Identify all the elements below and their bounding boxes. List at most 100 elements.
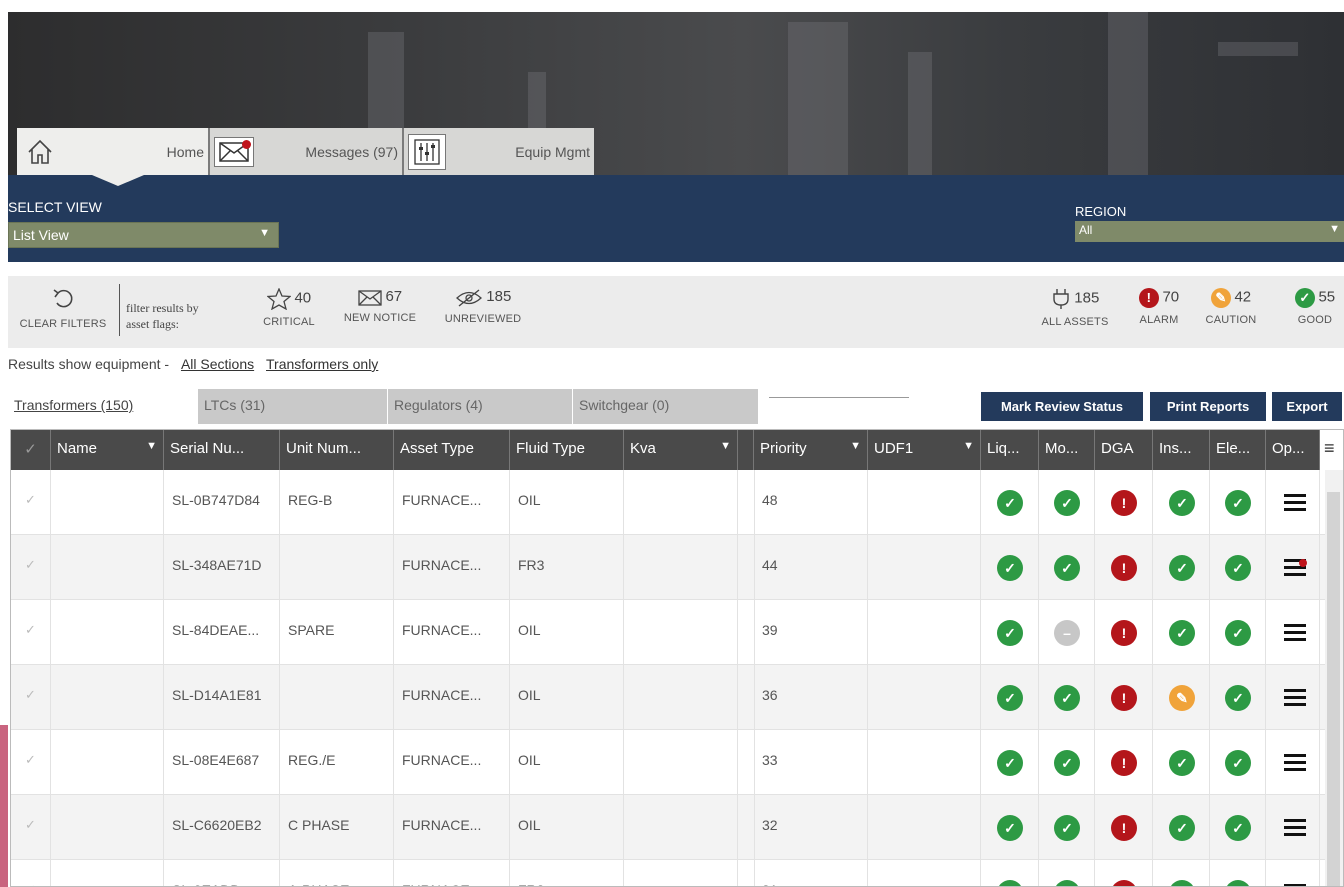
nav-tab-home[interactable]: Home — [17, 128, 210, 175]
col-mo[interactable]: Mo... — [1039, 430, 1095, 470]
status-green-icon[interactable]: ✓ — [1225, 685, 1251, 711]
status-green-icon[interactable]: ✓ — [1225, 490, 1251, 516]
table-row[interactable]: ✓ SL-08E4E687 REG./E FURNACE... OIL 33 ✓ ✓! ✓ ✓ — [11, 730, 1343, 795]
row-checkbox[interactable]: ✓ — [11, 535, 51, 600]
column-menu-button[interactable]: ≡ — [1320, 430, 1343, 470]
status-red-icon[interactable]: ! — [1111, 750, 1137, 776]
scrollbar-thumb[interactable] — [1327, 492, 1340, 886]
col-op-label: Op... — [1272, 440, 1305, 457]
status-green-icon[interactable]: ✓ — [1169, 620, 1195, 646]
status-green-icon[interactable]: ✓ — [997, 880, 1023, 886]
status-orange-icon[interactable]: ✎ — [1169, 685, 1195, 711]
hamburger-menu-icon[interactable] — [1284, 624, 1306, 645]
cell-spacer — [738, 470, 755, 535]
main-nav: Home Messages (97) Equip Mgmt — [17, 128, 594, 175]
col-fluid-type[interactable]: Fluid Type — [510, 430, 624, 470]
cell-liq: ✓ — [981, 470, 1039, 535]
col-liq[interactable]: Liq... — [981, 430, 1039, 470]
col-priority[interactable]: Priority ▼ — [754, 430, 868, 470]
tab-switchgear[interactable]: Switchgear (0) — [573, 389, 759, 424]
status-green-icon[interactable]: ✓ — [1054, 750, 1080, 776]
all-assets-filter[interactable]: 185 ALL ASSETS — [1035, 288, 1115, 328]
status-green-icon[interactable]: ✓ — [997, 815, 1023, 841]
caution-filter[interactable]: ✎ 42 CAUTION — [1198, 288, 1264, 326]
mark-review-status-button[interactable]: Mark Review Status — [981, 392, 1143, 421]
status-green-icon[interactable]: ✓ — [1169, 880, 1195, 886]
col-op[interactable]: Op... — [1266, 430, 1320, 470]
status-green-icon[interactable]: ✓ — [1054, 490, 1080, 516]
clear-filters-button[interactable]: CLEAR FILTERS — [10, 286, 116, 330]
unreviewed-filter[interactable]: 185 UNREVIEWED — [436, 288, 530, 325]
col-udf1[interactable]: UDF1 ▼ — [868, 430, 981, 470]
row-checkbox[interactable]: ✓ — [11, 795, 51, 860]
col-ele[interactable]: Ele... — [1210, 430, 1266, 470]
status-green-icon[interactable]: ✓ — [1169, 750, 1195, 776]
status-green-icon[interactable]: ✓ — [997, 490, 1023, 516]
cell-kva — [624, 665, 738, 730]
new-notice-filter[interactable]: 67 NEW NOTICE — [336, 288, 424, 324]
table-row[interactable]: ✓ SL-D14A1E81 FURNACE... OIL 36 ✓ ✓! ✎ ✓ — [11, 665, 1343, 730]
hamburger-menu-icon[interactable] — [1284, 689, 1306, 710]
table-row[interactable]: ✓ SL-0EADD...A-PHASEFURNACE...FR3 31 ✓ ✓! ✓ ✓ — [11, 860, 1343, 886]
print-reports-button[interactable]: Print Reports — [1150, 392, 1266, 421]
status-green-icon[interactable]: ✓ — [1225, 880, 1251, 886]
status-red-icon[interactable]: ! — [1111, 490, 1137, 516]
status-green-icon[interactable]: ✓ — [1169, 815, 1195, 841]
col-name[interactable]: Name ▼ — [51, 430, 164, 470]
status-green-icon[interactable]: ✓ — [1054, 685, 1080, 711]
good-filter[interactable]: ✓ 55 GOOD — [1286, 288, 1344, 326]
col-ins[interactable]: Ins... — [1153, 430, 1210, 470]
select-all-checkbox[interactable]: ✓ — [11, 430, 51, 470]
status-green-icon[interactable]: ✓ — [997, 750, 1023, 776]
row-checkbox[interactable]: ✓ — [11, 665, 51, 730]
tab-ltcs[interactable]: LTCs (31) — [198, 389, 388, 424]
row-checkbox[interactable]: ✓ — [11, 860, 51, 886]
critical-filter[interactable]: 40 CRITICAL — [255, 287, 323, 328]
status-green-icon[interactable]: ✓ — [1054, 880, 1080, 886]
table-row[interactable]: ✓ SL-0B747D84 REG-B FURNACE... OIL 48 ✓ ✓! ✓ ✓ — [11, 470, 1343, 535]
row-checkbox[interactable]: ✓ — [11, 600, 51, 665]
status-green-icon[interactable]: ✓ — [997, 555, 1023, 581]
status-green-icon[interactable]: ✓ — [1225, 815, 1251, 841]
alarm-filter[interactable]: ! 70 ALARM — [1132, 288, 1186, 326]
all-sections-link[interactable]: All Sections — [181, 356, 254, 372]
hamburger-menu-icon[interactable] — [1284, 494, 1306, 515]
status-green-icon[interactable]: ✓ — [1054, 815, 1080, 841]
status-green-icon[interactable]: ✓ — [1225, 750, 1251, 776]
status-green-icon[interactable]: ✓ — [997, 685, 1023, 711]
status-red-icon[interactable]: ! — [1111, 620, 1137, 646]
status-green-icon[interactable]: ✓ — [1225, 555, 1251, 581]
status-red-icon[interactable]: ! — [1111, 815, 1137, 841]
status-green-icon[interactable]: ✓ — [1054, 555, 1080, 581]
table-row[interactable]: ✓ SL-C6620EB2 C PHASE FURNACE... OIL 32 ✓ ✓! ✓ ✓ — [11, 795, 1343, 860]
row-checkbox[interactable]: ✓ — [11, 730, 51, 795]
status-red-icon[interactable]: ! — [1111, 555, 1137, 581]
col-dga[interactable]: DGA — [1095, 430, 1153, 470]
col-asset-type[interactable]: Asset Type — [394, 430, 510, 470]
nav-tab-messages[interactable]: Messages (97) — [210, 128, 404, 175]
status-green-icon[interactable]: ✓ — [1169, 490, 1195, 516]
export-button[interactable]: Export — [1272, 392, 1342, 421]
region-dropdown[interactable]: All ▼ — [1075, 221, 1344, 242]
status-green-icon[interactable]: ✓ — [997, 620, 1023, 646]
cell-serial: SL-C6620EB2 — [164, 795, 280, 860]
nav-tab-equip-mgmt[interactable]: Equip Mgmt — [404, 128, 594, 175]
transformers-only-link[interactable]: Transformers only — [266, 356, 378, 372]
status-red-icon[interactable]: ! — [1111, 880, 1137, 886]
status-green-icon[interactable]: ✓ — [1225, 620, 1251, 646]
hamburger-menu-icon[interactable] — [1284, 754, 1306, 775]
status-gray-icon[interactable]: – — [1054, 620, 1080, 646]
tab-regulators[interactable]: Regulators (4) — [388, 389, 573, 424]
table-row[interactable]: ✓ SL-84DEAE... SPARE FURNACE... OIL 39 ✓ –! ✓ ✓ — [11, 600, 1343, 665]
tab-transformers[interactable]: Transformers (150) — [8, 389, 198, 424]
row-checkbox[interactable]: ✓ — [11, 470, 51, 535]
hamburger-menu-icon[interactable] — [1284, 819, 1306, 840]
select-view-dropdown[interactable]: List View ▼ — [8, 222, 279, 248]
cell-priority: 33 — [754, 730, 868, 795]
table-row[interactable]: ✓ SL-348AE71D FURNACE... FR3 44 ✓ ✓! ✓ ✓ — [11, 535, 1343, 600]
col-serial[interactable]: Serial Nu... — [164, 430, 280, 470]
col-kva[interactable]: Kva ▼ — [624, 430, 738, 470]
status-red-icon[interactable]: ! — [1111, 685, 1137, 711]
status-green-icon[interactable]: ✓ — [1169, 555, 1195, 581]
col-unit[interactable]: Unit Num... — [280, 430, 394, 470]
